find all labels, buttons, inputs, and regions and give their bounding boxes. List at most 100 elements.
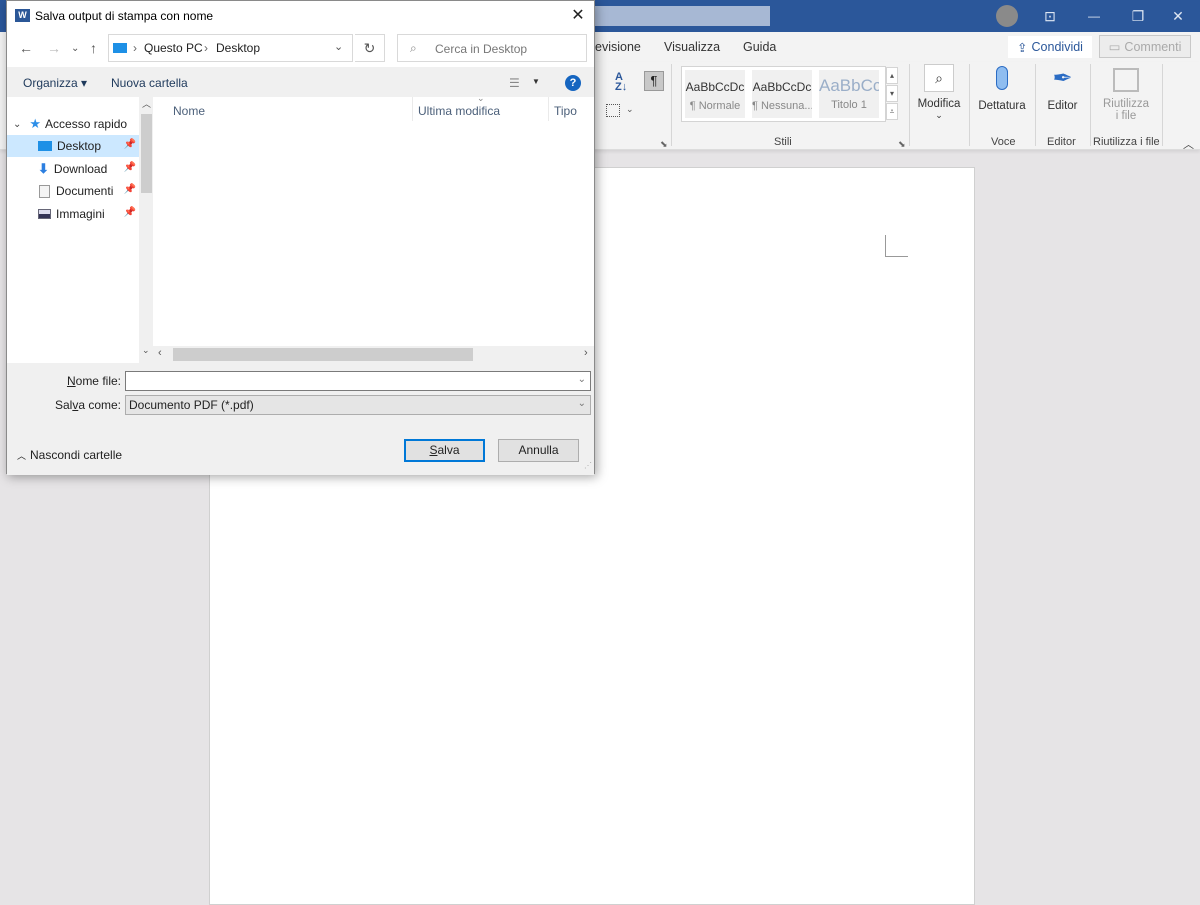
address-bar[interactable]: › Questo PC › Desktop ⌄: [108, 34, 353, 62]
recent-locations-chevron-icon[interactable]: ⌄: [71, 43, 79, 54]
save-button[interactable]: Salva: [404, 439, 485, 462]
styles-scroll-up[interactable]: ▴: [886, 67, 898, 84]
download-icon: ⬇: [38, 161, 49, 176]
separator: [969, 64, 970, 146]
up-arrow-icon[interactable]: ↑: [90, 40, 97, 56]
pin-icon[interactable]: 📌: [124, 162, 136, 173]
minimize-button[interactable]: —: [1072, 0, 1116, 32]
column-header-nome[interactable]: Nome: [173, 104, 205, 118]
modifica-label: Modifica: [917, 98, 961, 110]
styles-scroll-down[interactable]: ▾: [886, 85, 898, 102]
label-text: ome file:: [75, 374, 121, 388]
style-normale[interactable]: AaBbCcDc ¶ Normale: [685, 70, 745, 118]
organize-button[interactable]: Organizza ▾: [23, 76, 87, 90]
scroll-right-icon[interactable]: ›: [584, 347, 588, 359]
dettatura-button[interactable]: Dettatura: [975, 64, 1029, 112]
restore-button[interactable]: ❐: [1116, 0, 1160, 32]
scroll-left-icon[interactable]: ‹: [158, 347, 162, 359]
column-header-tipo[interactable]: Tipo: [554, 104, 577, 118]
expand-chevron-icon[interactable]: ⌄: [13, 119, 21, 130]
filename-dropdown-icon[interactable]: ⌄: [578, 374, 586, 385]
tree-item-documenti[interactable]: Documenti 📌: [7, 180, 139, 202]
scrollbar-thumb[interactable]: [173, 348, 473, 361]
tab-guida[interactable]: Guida: [743, 40, 776, 54]
editor-label: Editor: [1047, 100, 1078, 112]
ribbon-display-icon[interactable]: ⊡: [1028, 0, 1072, 32]
column-separator[interactable]: [412, 97, 413, 121]
paragraph-launcher-icon[interactable]: ⬊: [660, 139, 668, 150]
savetype-label: Salva come:: [11, 398, 121, 412]
group-label-stili: Stili: [774, 136, 792, 148]
column-separator[interactable]: [548, 97, 549, 121]
modifica-button[interactable]: ⌕ Modifica ⌄: [915, 64, 963, 121]
borders-icon[interactable]: [606, 104, 620, 117]
style-titolo1[interactable]: AaBbCc Titolo 1: [819, 70, 879, 118]
editor-button[interactable]: ✒ Editor: [1040, 64, 1085, 112]
style-nessuna[interactable]: AaBbCcDc ¶ Nessuna...: [752, 70, 812, 118]
back-arrow-icon[interactable]: ←: [19, 40, 33, 56]
styles-launcher-icon[interactable]: ⬊: [898, 139, 906, 150]
scroll-up-icon[interactable]: ︿: [142, 97, 151, 110]
group-label-riutilizza: Riutilizza i file: [1093, 136, 1160, 148]
pin-icon[interactable]: 📌: [124, 139, 136, 150]
user-avatar[interactable]: [996, 5, 1018, 27]
close-window-button[interactable]: ✕: [1156, 0, 1200, 32]
show-formatting-button[interactable]: ¶: [644, 71, 664, 91]
search-icon: ⌕: [410, 41, 417, 55]
label-text: Sal: [54, 398, 73, 412]
desktop-icon: [38, 141, 52, 151]
comments-button[interactable]: ▭ Commenti: [1099, 35, 1191, 58]
breadcrumb-questo-pc[interactable]: Questo PC: [144, 41, 203, 55]
separator: [909, 64, 910, 146]
pin-icon[interactable]: 📌: [124, 207, 136, 218]
tree-item-download[interactable]: ⬇ Download 📌: [7, 158, 139, 180]
share-button[interactable]: ⇪ Condividi: [1008, 36, 1092, 58]
share-label: Condividi: [1031, 40, 1083, 54]
save-dialog: W Salva output di stampa con nome ✕ ← → …: [6, 0, 595, 475]
file-list-hscrollbar[interactable]: ‹ ›: [153, 346, 594, 363]
view-options-icon[interactable]: ☰: [509, 76, 520, 90]
search-placeholder: Cerca in Desktop: [435, 42, 528, 56]
reuse-files-icon: [1113, 68, 1139, 92]
command-bar: Organizza ▾ Nuova cartella ☰ ▼ ?: [7, 67, 594, 97]
hide-folders-button[interactable]: ︿ Nascondi cartelle: [17, 448, 122, 462]
file-list: Nome ⌄ Ultima modifica Tipo: [153, 93, 594, 363]
tree-item-desktop[interactable]: Desktop 📌: [7, 135, 139, 157]
search-input[interactable]: ⌕ Cerca in Desktop: [397, 34, 587, 62]
pin-icon[interactable]: 📌: [124, 184, 136, 195]
savetype-value: Documento PDF (*.pdf): [129, 398, 254, 412]
scroll-down-icon[interactable]: ⌄: [142, 345, 150, 356]
dialog-footer: Nome file: ⌄ Salva come: Documento PDF (…: [7, 363, 594, 475]
help-icon[interactable]: ?: [565, 75, 581, 91]
styles-more[interactable]: ⩡: [886, 103, 898, 120]
close-icon[interactable]: ✕: [563, 5, 593, 27]
sort-icon[interactable]: A Z↓: [615, 72, 627, 93]
filename-input[interactable]: ⌄: [125, 371, 591, 391]
word-search-box[interactable]: [590, 6, 770, 26]
chevron-down-icon: ⌄: [935, 110, 943, 120]
tab-visualizza[interactable]: Visualizza: [664, 40, 720, 54]
cancel-button[interactable]: Annulla: [498, 439, 579, 462]
column-header-ultima-modifica[interactable]: Ultima modifica: [418, 104, 500, 118]
tree-quick-access[interactable]: ⌄ ★ Accesso rapido: [7, 113, 139, 135]
resize-grip-icon[interactable]: ⋰: [584, 461, 592, 470]
nav-pane-scrollbar[interactable]: ︿ ⌄: [139, 97, 153, 363]
scrollbar-thumb[interactable]: [141, 114, 152, 193]
navigation-pane: ⌄ ★ Accesso rapido Desktop 📌 ⬇ Download …: [7, 97, 153, 363]
borders-dropdown[interactable]: ⌄: [626, 104, 634, 115]
navigation-bar: ← → ⌄ ↑ › Questo PC › Desktop ⌄ ↻ ⌕ Cerc…: [7, 31, 594, 67]
savetype-dropdown-icon[interactable]: ⌄: [578, 398, 586, 409]
separator: [671, 64, 672, 146]
view-dropdown-icon[interactable]: ▼: [532, 77, 540, 86]
new-folder-button[interactable]: Nuova cartella: [111, 76, 188, 90]
tab-revisione[interactable]: evisione: [595, 40, 641, 54]
breadcrumb-desktop[interactable]: Desktop: [216, 41, 260, 55]
riutilizza-button[interactable]: Riutilizza i file: [1096, 64, 1156, 122]
collapse-ribbon-icon[interactable]: ︿: [1183, 136, 1194, 152]
tree-item-immagini[interactable]: Immagini 📌: [7, 203, 139, 225]
riutilizza-label-2: i file: [1115, 110, 1137, 122]
refresh-icon[interactable]: ↻: [355, 34, 385, 62]
savetype-select[interactable]: Documento PDF (*.pdf) ⌄: [125, 395, 591, 415]
address-dropdown-icon[interactable]: ⌄: [334, 40, 343, 53]
forward-arrow-icon[interactable]: →: [47, 40, 61, 56]
